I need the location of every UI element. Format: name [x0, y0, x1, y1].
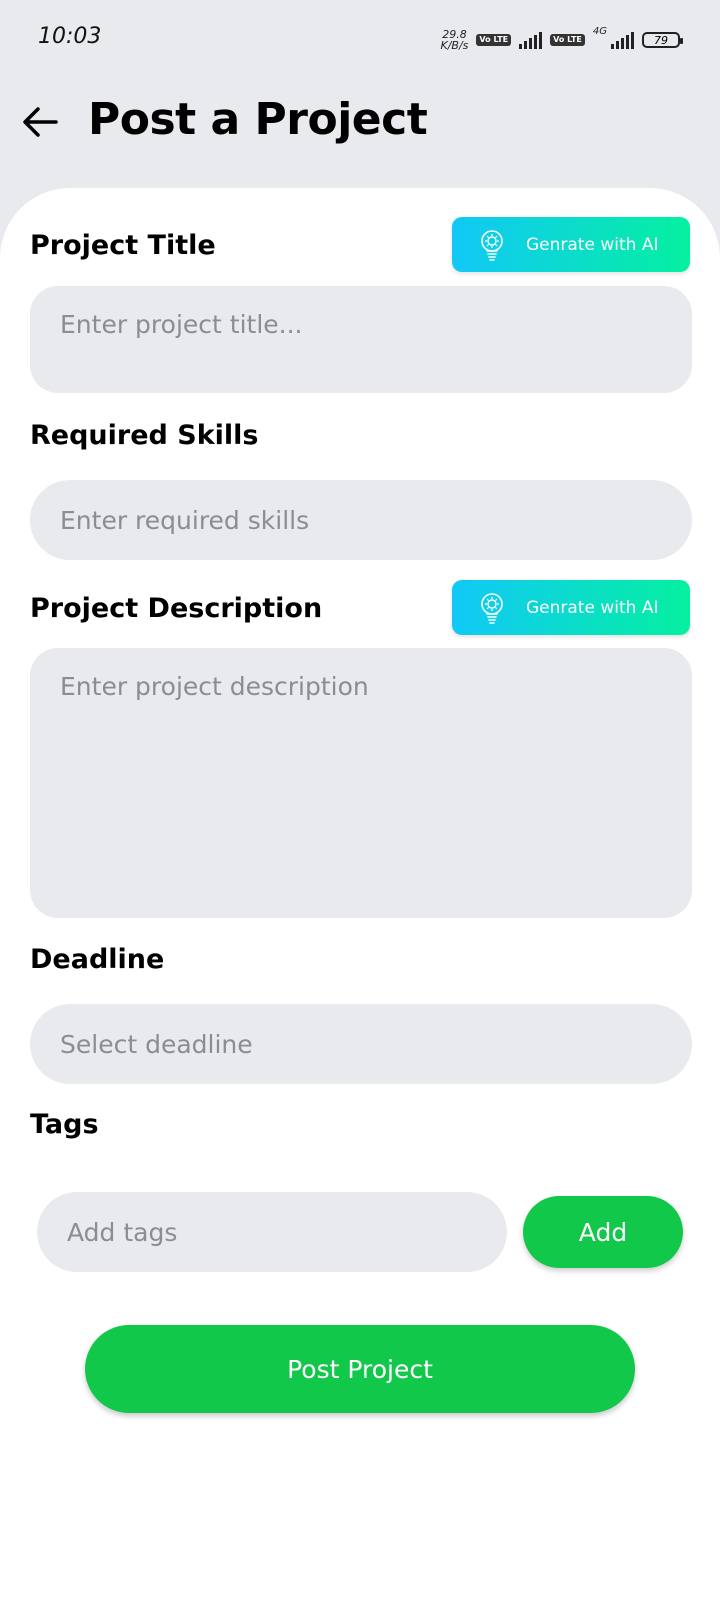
generate-description-ai-button[interactable]: Genrate with AI — [452, 580, 690, 635]
project-title-label: Project Title — [30, 230, 216, 261]
project-title-input[interactable]: Enter project title... — [30, 286, 692, 393]
post-project-button[interactable]: Post Project — [85, 1325, 635, 1413]
deadline-placeholder: Select deadline — [60, 1029, 253, 1059]
required-skills-label: Required Skills — [30, 420, 259, 451]
project-description-placeholder: Enter project description — [60, 672, 369, 701]
generate-title-ai-button[interactable]: Genrate with AI — [452, 217, 690, 272]
volte-badge-1: Vo LTE — [476, 34, 512, 46]
battery-level: 79 — [654, 33, 668, 47]
project-description-input[interactable]: Enter project description — [30, 648, 692, 918]
tags-label: Tags — [30, 1109, 99, 1140]
project-title-placeholder: Enter project title... — [60, 310, 303, 339]
required-skills-input[interactable]: Enter required skills — [30, 480, 692, 560]
network-speed-unit: K/B/s — [440, 39, 469, 52]
battery-icon: 79 — [642, 32, 683, 48]
signal-icon-1 — [519, 31, 543, 49]
signal-icon-2 — [611, 31, 634, 49]
tags-placeholder: Add tags — [67, 1217, 178, 1247]
status-icons: 29.8 K/B/s Vo LTE Vo LTE 4G 79 — [441, 26, 683, 54]
deadline-picker[interactable]: Select deadline — [30, 1004, 692, 1084]
generate-description-ai-label: Genrate with AI — [526, 597, 659, 618]
deadline-label: Deadline — [30, 944, 165, 975]
generate-title-ai-label: Genrate with AI — [526, 234, 659, 255]
tags-input[interactable]: Add tags — [37, 1192, 507, 1272]
volte-badge-2: Vo LTE — [550, 34, 585, 46]
page-title: Post a Project — [88, 94, 428, 145]
back-arrow-icon[interactable] — [20, 102, 60, 142]
status-bar: 10:03 29.8 K/B/s Vo LTE Vo LTE 4G 79 — [0, 0, 720, 80]
network-type: 4G — [592, 26, 607, 37]
network-speed: 29.8 K/B/s — [441, 29, 469, 51]
add-tag-button[interactable]: Add — [523, 1196, 683, 1268]
app-header: Post a Project — [0, 80, 720, 180]
project-description-label: Project Description — [30, 593, 323, 624]
lightbulb-icon — [481, 592, 503, 624]
lightbulb-icon — [481, 229, 503, 261]
status-time: 10:03 — [38, 24, 102, 49]
required-skills-placeholder: Enter required skills — [60, 505, 310, 535]
